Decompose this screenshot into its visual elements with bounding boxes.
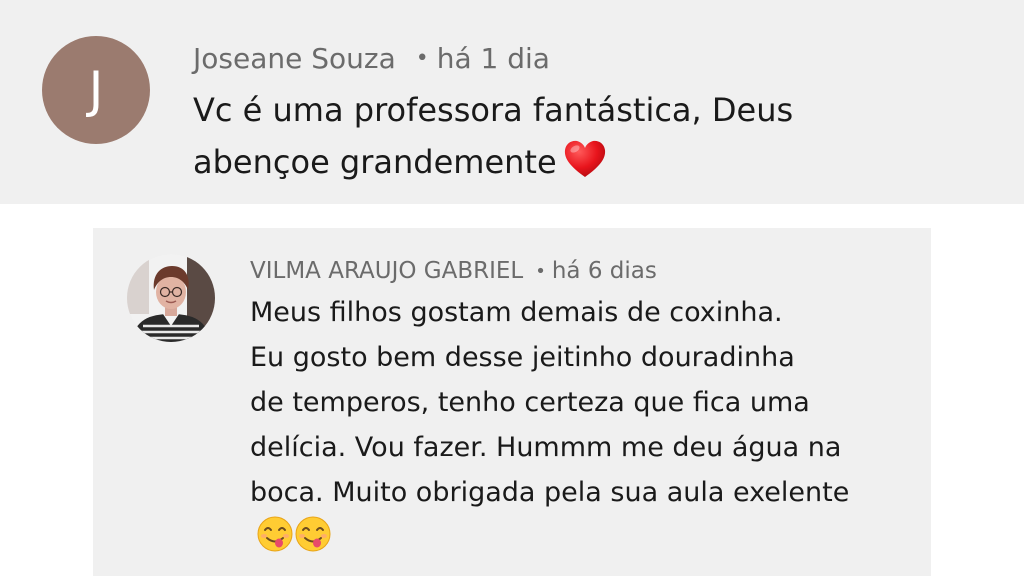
reply-text-line: boca. Muito obrigada pela sua aula exele… <box>250 477 850 508</box>
reply-text: Meus filhos gostam demais de coxinha. Eu… <box>250 290 910 515</box>
savoring-food-emoji-icon <box>257 516 293 557</box>
profile-photo <box>127 254 215 342</box>
comment-text-line: Vc é uma professora fantástica, Deus <box>193 91 794 129</box>
heart-emoji-icon <box>563 139 607 194</box>
comment-text: Vc é uma professora fantástica, Deus abe… <box>193 84 993 194</box>
comment-text-line: abençoe grandemente <box>193 143 557 181</box>
reply-text-line: Eu gosto bem desse jeitinho douradinha <box>250 342 795 373</box>
reply-text-line: Meus filhos gostam demais de coxinha. <box>250 297 783 328</box>
separator-dot: • <box>535 260 546 282</box>
avatar-letter: J <box>88 61 104 119</box>
emoji-row <box>257 516 331 557</box>
timestamp[interactable]: há 1 dia <box>437 42 550 75</box>
comment-header: Joseane Souza • há 1 dia <box>193 38 550 78</box>
author-name[interactable]: VILMA ARAUJO GABRIEL <box>250 258 523 284</box>
comment-card: J Joseane Souza • há 1 dia Vc é uma prof… <box>0 0 1024 204</box>
reply-header: VILMA ARAUJO GABRIEL • há 6 dias <box>250 254 657 288</box>
timestamp[interactable]: há 6 dias <box>552 258 657 284</box>
avatar[interactable]: J <box>42 36 150 144</box>
reply-text-line: de temperos, tenho certeza que fica uma <box>250 387 810 418</box>
avatar[interactable] <box>127 254 215 342</box>
comments-page: J Joseane Souza • há 1 dia Vc é uma prof… <box>0 0 1024 576</box>
reply-text-line: delícia. Vou fazer. Hummm me deu água na <box>250 432 842 463</box>
author-name[interactable]: Joseane Souza <box>193 42 396 75</box>
reply-card: VILMA ARAUJO GABRIEL • há 6 dias Meus fi… <box>93 228 931 576</box>
savoring-food-emoji-icon <box>295 516 331 557</box>
separator-dot: • <box>415 45 429 71</box>
